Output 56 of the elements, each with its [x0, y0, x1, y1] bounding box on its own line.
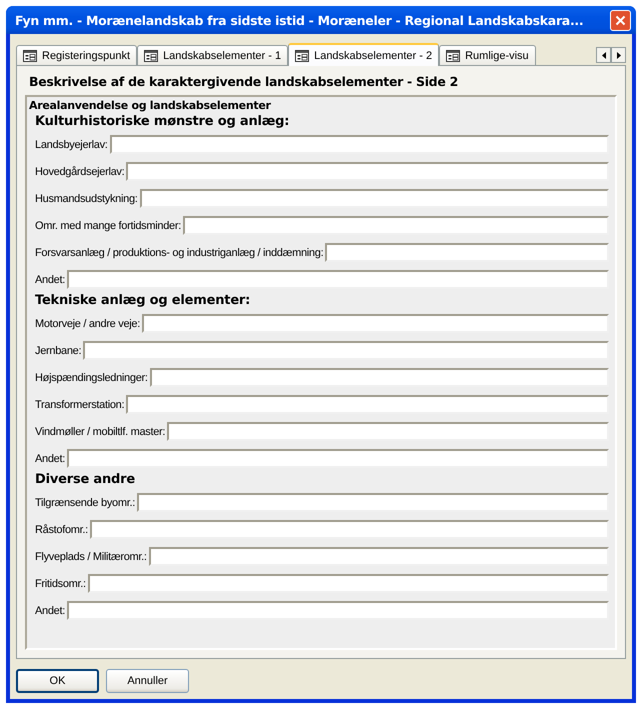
- close-button[interactable]: [610, 10, 631, 30]
- field-label: Råstofomr.:: [35, 524, 88, 536]
- tab[interactable]: Landskabselementer - 1: [137, 45, 288, 65]
- input-field[interactable]: [325, 243, 609, 262]
- tab[interactable]: Landskabselementer - 2: [288, 43, 440, 66]
- section-heading: Diverse andre: [34, 472, 136, 489]
- field-label: Andet:: [35, 452, 66, 464]
- input-field[interactable]: [167, 422, 609, 441]
- page-heading: Beskrivelse af de karaktergivende landskabselementer - Side 2: [29, 74, 459, 89]
- field-label: Landsbyejerlav:: [35, 138, 108, 150]
- input-field[interactable]: [88, 574, 609, 593]
- input-field[interactable]: [67, 601, 609, 620]
- section-heading: Tekniske anlæg og elementer:: [34, 293, 252, 310]
- field-label: Forsvarsanlæg / produktions- og industriganlæg / inddæmning:: [35, 246, 324, 258]
- input-field[interactable]: [83, 341, 609, 360]
- input-field[interactable]: [136, 493, 609, 512]
- tab[interactable]: Registeringspunkt: [16, 45, 138, 65]
- window-title: Fyn mm. - Morænelandskab fra sidste istid - Moræneler - Regional Landskabskara...: [15, 12, 584, 28]
- input-field[interactable]: [148, 547, 609, 566]
- input-field[interactable]: [126, 162, 609, 181]
- input-field[interactable]: [90, 520, 609, 539]
- field-label: Husmandsudstykning:: [35, 192, 138, 204]
- form-icon: [23, 50, 37, 62]
- input-field[interactable]: [126, 395, 609, 414]
- form-icon: [446, 50, 460, 62]
- field-label: Motorveje / andre veje:: [35, 318, 140, 330]
- field-label: Transformerstation:: [35, 398, 124, 410]
- scroll-left-button[interactable]: [596, 47, 611, 63]
- section-heading: Kulturhistoriske mønstre og anlæg:: [34, 114, 290, 131]
- field-label: Andet:: [35, 274, 66, 286]
- tab[interactable]: Rumlige-visu: [439, 45, 536, 65]
- left-triangle-icon: [602, 52, 606, 58]
- field-label: Fritidsomr.:: [35, 578, 86, 590]
- group-title: Arealanvendelse og landskabselementer: [29, 99, 272, 112]
- field-label: Andet:: [35, 604, 66, 616]
- field-label: Tilgrænsende byomr.:: [35, 496, 135, 508]
- input-field[interactable]: [182, 216, 609, 235]
- right-triangle-icon: [616, 52, 620, 58]
- input-field[interactable]: [67, 270, 609, 289]
- form-icon: [144, 50, 158, 62]
- input-field[interactable]: [142, 314, 609, 333]
- field-label: Omr. med mange fortidsminder:: [35, 220, 181, 232]
- close-icon: [615, 14, 626, 26]
- field-label: Jernbane:: [35, 344, 82, 356]
- field-label: Vindmøller / mobiltlf. master:: [35, 426, 166, 438]
- form-icon: [295, 50, 310, 62]
- default-button[interactable]: OK: [16, 669, 99, 693]
- input-field[interactable]: [110, 135, 609, 154]
- scroll-right-button[interactable]: [611, 47, 626, 63]
- dialog-button[interactable]: Annuller: [106, 669, 189, 693]
- input-field[interactable]: [140, 189, 609, 208]
- input-field[interactable]: [67, 449, 609, 468]
- field-label: Højspændingsledninger:: [35, 372, 148, 384]
- input-field[interactable]: [150, 368, 609, 387]
- field-label: Flyveplads / Militæromr.:: [35, 550, 147, 562]
- field-label: Hovedgårdsejerlav:: [35, 166, 124, 178]
